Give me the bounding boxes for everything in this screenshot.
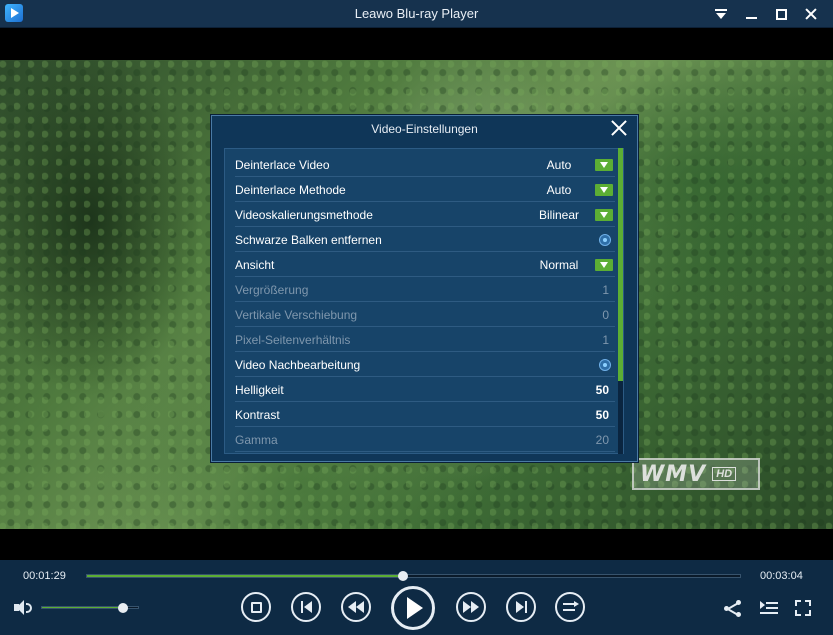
setting-value: Normal (539, 257, 579, 272)
next-icon (515, 601, 527, 613)
setting-value: 0 (602, 307, 609, 322)
setting-label: Helligkeit (235, 382, 284, 397)
setting-row-kontrast[interactable]: Kontrast 50 (235, 403, 615, 427)
setting-value: 1 (602, 332, 609, 347)
setting-row-deinterlace-video[interactable]: Deinterlace Video Auto (235, 153, 615, 177)
settings-scrollbar[interactable] (618, 148, 623, 454)
volume-fill (42, 607, 123, 608)
volume-slider[interactable] (41, 603, 139, 613)
rewind-button[interactable] (341, 592, 371, 622)
setting-label: Schwarze Balken entfernen (235, 232, 382, 247)
setting-label: Videoskalierungsmethode (235, 207, 373, 222)
next-button[interactable] (506, 592, 536, 622)
dropdown-arrow-icon[interactable] (595, 258, 613, 271)
elapsed-time: 00:01:29 (23, 570, 66, 582)
close-icon (805, 8, 817, 20)
control-bar: 00:01:29 00:03:04 (0, 560, 833, 635)
setting-row-deinterlace-methode[interactable]: Deinterlace Methode Auto (235, 178, 615, 202)
setting-row-videoskalierungsmethode[interactable]: Videoskalierungsmethode Bilinear (235, 203, 615, 227)
setting-row-vertikale-verschiebung: Vertikale Verschiebung 0 (235, 303, 615, 327)
volume-icon[interactable] (14, 600, 32, 616)
loop-button[interactable] (555, 592, 585, 622)
setting-value: Bilinear (538, 207, 580, 222)
play-icon (407, 597, 423, 619)
seek-bar-fill (87, 575, 404, 577)
setting-value[interactable]: 50 (596, 408, 609, 422)
minimize-icon (745, 17, 757, 19)
title-bar[interactable]: Leawo Blu-ray Player (0, 0, 833, 28)
maximize-button[interactable] (770, 4, 792, 24)
loop-icon (563, 601, 579, 612)
wmv-hd-watermark: WMV HD (632, 458, 760, 490)
setting-row-schwarze-balken-entfernen[interactable]: Schwarze Balken entfernen (235, 228, 615, 252)
previous-icon (300, 601, 312, 613)
dialog-title: Video-Einstellungen (371, 122, 478, 136)
watermark-text: WMV (640, 461, 707, 487)
setting-label: Gamma (235, 432, 278, 447)
fast-forward-icon (463, 601, 479, 613)
app-title: Leawo Blu-ray Player (354, 6, 479, 21)
setting-label: Vergrößerung (235, 282, 309, 297)
volume-handle[interactable] (117, 603, 128, 613)
dialog-close-button[interactable] (611, 120, 627, 136)
playlist-button[interactable] (760, 600, 778, 616)
radio-toggle[interactable] (599, 233, 611, 246)
play-button[interactable] (391, 586, 435, 630)
dropdown-arrow-icon[interactable] (595, 158, 613, 171)
radio-toggle[interactable] (599, 358, 611, 371)
setting-label: Ansicht (235, 257, 275, 272)
seek-handle[interactable] (398, 571, 409, 581)
setting-value[interactable]: 50 (596, 383, 609, 397)
seek-bar[interactable] (86, 571, 741, 581)
setting-row-video-nachbearbeitung[interactable]: Video Nachbearbeitung (235, 353, 615, 377)
menu-button[interactable] (710, 4, 732, 24)
setting-label: Deinterlace Video (235, 157, 330, 172)
stop-icon (250, 601, 262, 613)
setting-value: Auto (546, 157, 572, 172)
dropdown-arrow-icon[interactable] (595, 208, 613, 221)
rewind-icon (348, 601, 364, 613)
minimize-button[interactable] (740, 4, 762, 24)
menu-icon (715, 8, 727, 20)
settings-list: Deinterlace Video Auto Deinterlace Methode… (224, 148, 624, 454)
setting-label: Deinterlace Methode (235, 182, 346, 197)
fullscreen-button[interactable] (795, 600, 813, 616)
share-button[interactable] (724, 600, 742, 617)
close-window-button[interactable] (800, 4, 822, 24)
setting-row-pixel-seitenverh-ltnis: Pixel-Seitenverhältnis 1 (235, 328, 615, 352)
setting-row-vergr-erung: Vergrößerung 1 (235, 278, 615, 302)
previous-button[interactable] (291, 592, 321, 622)
fast-forward-button[interactable] (456, 592, 486, 622)
setting-label: Video Nachbearbeitung (235, 357, 361, 372)
dropdown-arrow-icon[interactable] (595, 183, 613, 196)
dialog-header: Video-Einstellungen (212, 116, 637, 142)
stop-button[interactable] (241, 592, 271, 622)
player-window: Leawo Blu-ray Player WMV HD Video-Einste… (0, 0, 833, 635)
setting-row-helligkeit[interactable]: Helligkeit 50 (235, 378, 615, 402)
setting-value: 20 (595, 432, 609, 447)
setting-label: Pixel-Seitenverhältnis (235, 332, 351, 347)
scrollbar-thumb[interactable] (618, 148, 623, 381)
setting-value: 1 (602, 282, 609, 297)
setting-row-gamma: Gamma 20 (235, 428, 615, 452)
setting-label: Vertikale Verschiebung (235, 307, 358, 322)
setting-row-ansicht[interactable]: Ansicht Normal (235, 253, 615, 277)
video-settings-dialog: Video-Einstellungen Deinterlace Video Aut… (211, 115, 638, 462)
watermark-hd-badge: HD (712, 467, 737, 481)
setting-value: Auto (546, 182, 572, 197)
maximize-icon (775, 8, 787, 20)
setting-label: Kontrast (235, 407, 280, 422)
total-time: 00:03:04 (760, 570, 803, 582)
